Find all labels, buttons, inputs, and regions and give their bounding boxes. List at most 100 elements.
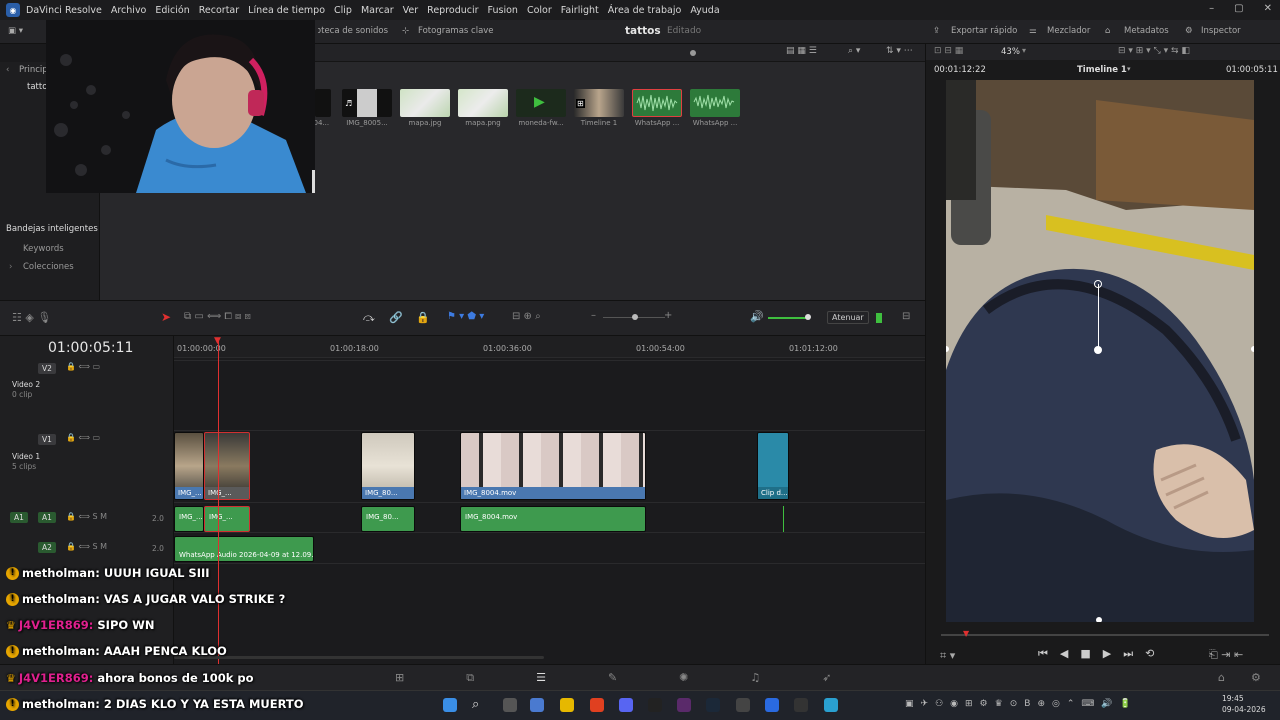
zoom-level[interactable]: 43% [1001,47,1020,57]
transform-tool-icon[interactable]: ⌗ ▾ [940,649,955,663]
discord-icon[interactable] [619,698,633,712]
menu-clip[interactable]: Clip [334,5,352,16]
volume-knob[interactable] [805,314,811,320]
snapping-icon[interactable]: ⤼ [363,311,375,325]
right-handle[interactable] [1251,346,1254,352]
chevron-down-icon[interactable]: ▾ [1127,65,1131,73]
track-a1-badge[interactable]: A1 [38,512,56,523]
clock-date[interactable]: 09-04-2026 [1222,705,1266,714]
zoom-out-icon[interactable]: – [591,310,596,321]
timeline-options-icon[interactable]: ⊟ [902,311,910,322]
viewer-frame[interactable] [946,80,1254,622]
fusion-page-icon[interactable]: ✎ [608,671,617,685]
menu-color[interactable]: Color [527,5,552,16]
edit-page-icon[interactable]: ☰ [536,671,546,685]
metadata-icon[interactable]: ⌂ [1105,26,1110,36]
viewer-scrubber[interactable] [941,634,1269,636]
menu-ver[interactable]: Ver [403,5,419,16]
menu-reproducir[interactable]: Reproducir [427,5,478,16]
skip-forward-icon[interactable]: ⏭ [1123,647,1133,661]
media-thumb-3[interactable] [458,89,508,117]
menu-linea-de-tiempo[interactable]: Línea de tiempo [248,5,325,16]
video-clip-1[interactable]: IMG_... [204,432,250,500]
track-v2-badge[interactable]: V2 [38,363,56,374]
media-page-icon[interactable]: ⊞ [395,671,404,685]
zoom-tools-icons[interactable]: ⊟ ⊕ ⌕ [512,311,541,322]
app-icon[interactable] [765,698,779,712]
zoom-slider-knob[interactable] [632,314,638,320]
maximize-icon[interactable]: ▢ [1234,3,1243,14]
file-explorer-icon[interactable] [560,698,574,712]
start-icon[interactable] [443,698,457,712]
menu-ayuda[interactable]: Ayuda [690,5,719,16]
clock-time[interactable]: 19:45 [1222,694,1244,703]
menu-edicion[interactable]: Edición [155,5,189,16]
menu-fusion[interactable]: Fusion [488,5,518,16]
keyframes-button[interactable]: Fotogramas clave [418,26,494,36]
track-v1-badge[interactable]: V1 [38,434,56,445]
sound-library-button[interactable]: Biblioteca de sonidos [318,26,388,36]
quick-export-button[interactable]: Exportar rápido [951,26,1017,36]
stop-icon[interactable]: ■ [1080,647,1090,661]
menu-recortar[interactable]: Recortar [199,5,239,16]
close-icon[interactable]: ✕ [1264,3,1272,14]
obs-icon[interactable] [794,698,808,712]
task-view-icon[interactable] [503,698,517,712]
track-a1-controls[interactable]: 🔒 ⟺ S M [66,512,107,521]
epic-games-icon[interactable] [648,698,662,712]
panel-toggle-icon[interactable]: ▣ ▾ [8,26,23,36]
menu-marcar[interactable]: Marcar [361,5,394,16]
loop-icon[interactable]: ⟲ [1145,647,1154,661]
search-icon[interactable]: ⌕ [472,697,479,712]
video-clip-2[interactable]: IMG_80... [361,432,415,500]
settings-icon[interactable]: ⚙ [1251,671,1261,684]
lock-icon[interactable]: 🔒 [416,311,430,324]
menu-area-de-trabajo[interactable]: Área de trabajo [608,5,682,16]
media-thumb-6[interactable] [632,89,682,117]
video-clip-4[interactable]: Clip d... [757,432,789,500]
fairlight-page-icon[interactable]: ♫ [750,671,760,685]
audio-clip-2[interactable]: IMG_80... [361,506,415,532]
flag-icon[interactable]: ⚑ ▾ ⬟ ▾ [447,311,484,322]
mixer-button[interactable]: Mezclador [1047,26,1090,36]
play-icon[interactable]: ▶ [1103,647,1111,661]
attenuate-button[interactable]: Atenuar [827,311,869,324]
thumb-size-slider[interactable] [690,50,696,56]
cut-page-icon[interactable]: ⧉ [466,671,474,685]
media-thumb-0[interactable] [315,89,331,117]
volume-icon[interactable]: 🔊 [750,310,764,323]
volume-slider[interactable] [768,317,808,319]
audio-clip-3[interactable]: IMG_8004.mov [460,506,646,532]
viewer-extra-icons[interactable]: ⎗ ⇥ ⇤ [1209,648,1243,662]
playhead[interactable] [218,338,219,664]
davinci-taskbar-icon[interactable] [736,698,750,712]
menu-fairlight[interactable]: Fairlight [561,5,599,16]
keyframes-icon[interactable]: ⊹ [402,26,409,36]
track-a2-badge[interactable]: A2 [38,542,56,553]
playhead-handle[interactable]: ▼ [214,336,221,346]
deliver-page-icon[interactable]: ➶ [822,671,831,685]
app-icon[interactable] [677,698,691,712]
chevron-down-icon[interactable]: ▾ [1022,46,1026,55]
timeline-name[interactable]: Timeline 1 [1077,65,1127,75]
timeline-area[interactable]: 01:00:00:00 01:00:18:00 01:00:36:00 01:0… [174,336,925,664]
anchor-handle[interactable] [1094,346,1102,354]
zoom-in-icon[interactable]: + [664,310,672,321]
collections-bin[interactable]: Colecciones [23,262,74,272]
video-clip-0[interactable]: IMG_... [174,432,204,500]
export-icon[interactable]: ⇪ [933,26,940,36]
audio-clip-4[interactable]: WhatsApp Audio 2026-04-09 at 12.09... [174,536,314,562]
viewer-playhead[interactable]: ▼ [963,629,969,638]
media-thumb-7[interactable] [690,89,740,117]
metadata-button[interactable]: Metadatos [1124,26,1169,36]
minimize-icon[interactable]: – [1209,3,1214,14]
skip-back-icon[interactable]: ⏮ [1038,647,1048,661]
sort-icon[interactable]: ⇅ ▾ ⋯ [886,46,913,56]
media-thumb-2[interactable] [400,89,450,117]
track-a2-controls[interactable]: 🔒 ⟺ S M [66,542,107,551]
play-reverse-icon[interactable]: ◀ [1060,647,1068,661]
system-tray[interactable]: ▣ ✈ ⚇ ◉ ⊞ ⚙ ♛ ⊙ B ⊕ ◎ ⌃ ⌨ 🔊 🔋 [905,699,1131,709]
track-a1-dest[interactable]: A1 [10,512,28,523]
collapse-icon[interactable]: ‹ [6,65,9,75]
audio-clip-0[interactable]: IMG_... [174,506,204,532]
